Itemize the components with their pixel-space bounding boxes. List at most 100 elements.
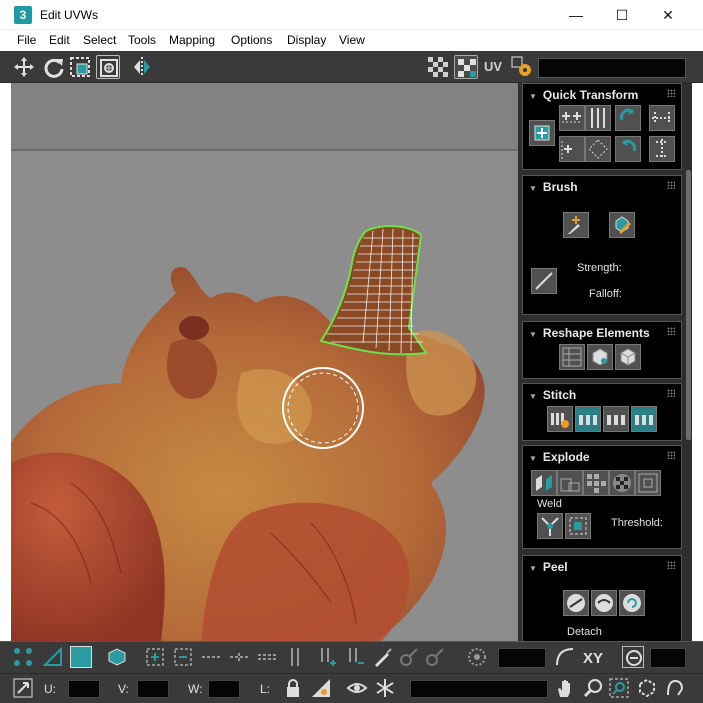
rotate-cw-icon[interactable] xyxy=(615,136,641,162)
menu-view[interactable]: View xyxy=(339,33,365,47)
grow-selection-icon[interactable] xyxy=(144,646,166,668)
zoom-region-icon[interactable] xyxy=(608,677,630,699)
explode-checker-icon[interactable] xyxy=(609,470,635,496)
u-field[interactable] xyxy=(68,680,100,698)
soft-selection-value[interactable] xyxy=(498,648,546,668)
paint-move-icon[interactable] xyxy=(563,212,589,238)
w-field[interactable] xyxy=(208,680,240,698)
stitch-average-icon[interactable] xyxy=(603,406,629,432)
grip-icon[interactable] xyxy=(667,181,675,189)
edge-select-icon[interactable] xyxy=(42,646,64,668)
minimize-button[interactable]: — xyxy=(553,0,599,30)
lock-icon[interactable] xyxy=(282,677,304,699)
absolute-offset-icon[interactable] xyxy=(12,677,34,699)
ring-select-icon[interactable] xyxy=(200,646,222,668)
menu-tools[interactable]: Tools xyxy=(128,33,156,47)
falloff-curve-icon[interactable] xyxy=(554,646,576,668)
weld-selected-icon[interactable] xyxy=(537,513,563,539)
uv-selected-element[interactable] xyxy=(319,225,428,356)
rotate-ccw-icon[interactable] xyxy=(615,105,641,131)
element-select-icon[interactable] xyxy=(106,646,128,668)
rollout-header-stitch[interactable]: ▼ Stitch xyxy=(529,388,576,402)
explode-frame-icon[interactable] xyxy=(635,470,661,496)
peel-mode-icon[interactable] xyxy=(591,590,617,616)
freeform-icon[interactable] xyxy=(96,55,120,79)
snap-icon[interactable] xyxy=(664,677,686,699)
menu-file[interactable]: File xyxy=(17,33,36,47)
paint-add-icon[interactable] xyxy=(398,646,420,668)
grip-icon[interactable] xyxy=(667,89,675,97)
align-vertical-icon[interactable] xyxy=(585,105,611,131)
polygon-select-icon[interactable] xyxy=(70,646,92,668)
align-horizontal-icon[interactable] xyxy=(559,105,585,131)
paint-select-icon[interactable] xyxy=(372,646,394,668)
hide-icon[interactable] xyxy=(310,677,332,699)
grip-icon[interactable] xyxy=(667,451,675,459)
grip-icon[interactable] xyxy=(667,389,675,397)
mirror-icon[interactable] xyxy=(130,55,154,79)
loop-select-icon[interactable] xyxy=(284,646,306,668)
break-icon[interactable] xyxy=(531,470,557,496)
cube-icon[interactable] xyxy=(615,344,641,370)
selection-set-field[interactable] xyxy=(410,680,548,698)
maximize-button[interactable]: ☐ xyxy=(599,0,645,30)
uv-editor-viewport[interactable] xyxy=(11,83,518,641)
rollout-header-quick-transform[interactable]: ▼ Quick Transform xyxy=(529,88,638,102)
xy-label[interactable]: XY xyxy=(583,650,603,667)
loop-shrink-icon[interactable] xyxy=(344,646,366,668)
move-icon[interactable] xyxy=(12,55,36,79)
uv-label[interactable]: UV xyxy=(484,59,502,74)
pan-hand-icon[interactable] xyxy=(554,677,576,699)
explode-by-polygroup-icon[interactable] xyxy=(557,470,583,496)
falloff-space-icon[interactable] xyxy=(622,646,644,668)
close-button[interactable]: ✕ xyxy=(645,0,691,30)
straighten-icon[interactable] xyxy=(585,136,611,162)
align-to-edge-icon[interactable] xyxy=(649,105,675,131)
stitch-to-target-icon[interactable] xyxy=(575,406,601,432)
menu-display[interactable]: Display xyxy=(287,33,326,47)
space-horizontal-icon[interactable] xyxy=(559,136,585,162)
freeze-icon[interactable] xyxy=(374,677,396,699)
zoom-extents-icon[interactable] xyxy=(636,677,658,699)
straighten-selection-icon[interactable] xyxy=(559,344,585,370)
relax-icon[interactable] xyxy=(587,344,613,370)
stitch-custom-icon[interactable] xyxy=(547,406,573,432)
shrink-selection-icon[interactable] xyxy=(172,646,194,668)
grip-icon[interactable] xyxy=(667,561,675,569)
soft-selection-icon[interactable] xyxy=(466,646,488,668)
menu-select[interactable]: Select xyxy=(83,33,116,47)
falloff-distance-value[interactable] xyxy=(650,648,686,668)
checker-pattern-icon[interactable] xyxy=(426,55,450,79)
grip-icon[interactable] xyxy=(667,327,675,335)
paint-subtract-icon[interactable] xyxy=(424,646,446,668)
pivot-icon[interactable] xyxy=(529,120,555,146)
menu-options[interactable]: Options xyxy=(231,33,272,47)
loop-grow-icon[interactable] xyxy=(316,646,338,668)
explode-grid-icon[interactable] xyxy=(583,470,609,496)
reset-peel-icon[interactable] xyxy=(619,590,645,616)
rollout-header-reshape[interactable]: ▼ Reshape Elements xyxy=(529,326,650,340)
menu-edit[interactable]: Edit xyxy=(49,33,70,47)
space-vertical-icon[interactable] xyxy=(649,136,675,162)
checker-texture-icon[interactable] xyxy=(454,55,478,79)
rollout-header-peel[interactable]: ▼ Peel xyxy=(529,560,568,574)
quick-peel-icon[interactable] xyxy=(563,590,589,616)
panel-scrollbar[interactable] xyxy=(686,170,691,440)
stitch-to-source-icon[interactable] xyxy=(631,406,657,432)
texture-dropdown[interactable] xyxy=(538,58,686,78)
ring-grow-icon[interactable] xyxy=(228,646,250,668)
eye-icon[interactable] xyxy=(346,677,368,699)
rotate-icon[interactable] xyxy=(42,55,66,79)
settings-icon[interactable] xyxy=(510,55,534,79)
rollout-header-brush[interactable]: ▼ Brush xyxy=(529,180,578,194)
rollout-header-explode[interactable]: ▼ Explode xyxy=(529,450,590,464)
ring-shrink-icon[interactable] xyxy=(256,646,278,668)
weld-target-icon[interactable] xyxy=(565,513,591,539)
vertex-select-icon[interactable] xyxy=(12,646,34,668)
brush-falloff-icon[interactable] xyxy=(531,268,557,294)
relax-brush-icon[interactable] xyxy=(609,212,635,238)
scale-icon[interactable] xyxy=(68,55,92,79)
zoom-icon[interactable] xyxy=(582,677,604,699)
v-field[interactable] xyxy=(137,680,169,698)
menu-mapping[interactable]: Mapping xyxy=(169,33,215,47)
